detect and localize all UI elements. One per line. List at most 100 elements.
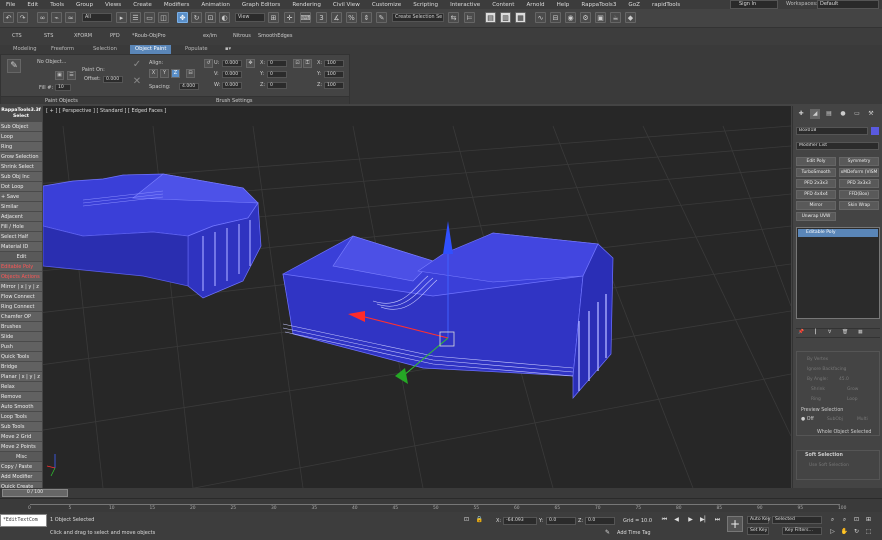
utilities-tab-icon[interactable]: ⚒ xyxy=(866,109,876,119)
scale-brush-icon[interactable]: ⊡ xyxy=(293,59,302,68)
field-of-view-icon[interactable]: ▷ xyxy=(828,527,837,536)
modifier-button-skin-wrap[interactable]: Skin Wrap xyxy=(839,201,879,210)
spacing-field[interactable]: 4.000 xyxy=(179,83,199,90)
paint-objects-group[interactable]: Paint Objects xyxy=(45,98,78,104)
menu-civil-view[interactable]: Civil View xyxy=(327,2,366,8)
rappa-button-brushes[interactable]: Brushes xyxy=(0,322,42,332)
material-editor-icon[interactable]: ◉ xyxy=(565,12,576,23)
pin-stack-icon[interactable]: 📌 xyxy=(798,330,804,335)
object-color-swatch[interactable] xyxy=(871,127,879,135)
remove-modifier-icon[interactable]: 🗑 xyxy=(842,330,848,335)
menu-create[interactable]: Create xyxy=(127,2,158,8)
u-field[interactable]: 0.000 xyxy=(222,60,242,67)
modifier-button-unwrap-uvw[interactable]: Unwrap UVW xyxy=(796,212,836,221)
shelf-button-5[interactable]: ex/im xyxy=(203,33,217,39)
paint-object-label[interactable]: No Object... xyxy=(37,59,66,65)
set-key-button[interactable]: Set Key xyxy=(747,527,769,535)
scale-x-field[interactable]: 100 xyxy=(324,60,344,67)
render-production-icon[interactable]: ☕ xyxy=(610,12,621,23)
z-offset-field[interactable]: 0 xyxy=(267,82,287,89)
zoom-extents-all-icon[interactable]: ⊞ xyxy=(864,515,873,524)
display-tab-icon[interactable]: ▭ xyxy=(852,109,862,119)
rappa-button-push[interactable]: Push xyxy=(0,342,42,352)
ignore-backfacing-option[interactable]: Ignore Backfacing xyxy=(807,367,846,372)
menu-tools[interactable]: Tools xyxy=(44,2,70,8)
rappa-button-save[interactable]: + Save xyxy=(0,192,42,202)
menu-rapidtools[interactable]: rapidTools xyxy=(646,2,686,8)
select-and-move-icon[interactable]: ✥ xyxy=(177,12,188,23)
rectangular-selection-icon[interactable]: ▭ xyxy=(144,12,155,23)
rappa-button-adjacent[interactable]: Adjacent xyxy=(0,212,42,222)
rappa-button-objects-actions[interactable]: Objects Actions xyxy=(0,272,42,282)
check-icon[interactable]: ✓ xyxy=(131,60,143,72)
y-coord-field[interactable]: 0.0 xyxy=(546,517,576,525)
select-and-scale-icon[interactable]: ⊡ xyxy=(205,12,216,23)
modifier-button-pfd-2x3x3[interactable]: PFD 2x3x3 xyxy=(796,179,836,188)
previous-frame-icon[interactable]: ◀ xyxy=(672,515,681,524)
shelf-button-4[interactable]: *Roub-ObjPro xyxy=(132,33,166,39)
unlink-icon[interactable]: ⌁ xyxy=(51,12,62,23)
menu-help[interactable]: Help xyxy=(551,2,576,8)
modifier-button-symmetry[interactable]: Symmetry xyxy=(839,157,879,166)
tab-object-paint[interactable]: Object Paint xyxy=(130,45,172,54)
hierarchy-tab-icon[interactable]: ▤ xyxy=(824,109,834,119)
menu-goz[interactable]: GoZ xyxy=(622,2,646,8)
rappa-button-ring[interactable]: Ring xyxy=(0,142,42,152)
menu-graph-editors[interactable]: Graph Editors xyxy=(236,2,286,8)
pivot-center-icon[interactable]: ⊞ xyxy=(268,12,279,23)
align-z-button[interactable]: Z xyxy=(171,69,180,78)
angle-field[interactable]: 45.0 xyxy=(839,377,849,382)
x-coord-field[interactable]: -64.093 xyxy=(503,517,537,525)
rappa-button-mirror-x-y-z[interactable]: Mirror | x | y | z xyxy=(0,282,42,292)
rappa-button-loop-tools[interactable]: Loop Tools xyxy=(0,412,42,422)
rappa-button-quick-tools[interactable]: Quick Tools xyxy=(0,352,42,362)
perspective-viewport[interactable]: [ + ] [ Perspective ] [ Standard ] [ Edg… xyxy=(43,106,791,488)
render-iterative-icon[interactable]: ◆ xyxy=(625,12,636,23)
isolate-icon[interactable]: ⊡ xyxy=(462,515,471,524)
rappa-button-remove[interactable]: Remove xyxy=(0,392,42,402)
configure-sets-icon[interactable]: ▦ xyxy=(858,330,863,335)
manipulate-icon[interactable]: ✛ xyxy=(284,12,295,23)
rappa-button-bridge[interactable]: Bridge xyxy=(0,362,42,372)
shelf-button-0[interactable]: CTS xyxy=(12,33,22,39)
ribbon-options-icon[interactable]: ▪▾ xyxy=(220,45,236,54)
shelf-button-2[interactable]: XFORM xyxy=(74,33,92,39)
time-slider-thumb[interactable]: 0 / 100 xyxy=(2,489,68,497)
lock-scale-icon[interactable]: ⚿ xyxy=(303,59,312,68)
reference-coordinate-dropdown[interactable]: View xyxy=(235,13,265,22)
tab-populate[interactable]: Populate xyxy=(180,45,213,54)
time-slider[interactable]: 0 / 100 xyxy=(0,488,882,498)
window-crossing-icon[interactable]: ◫ xyxy=(158,12,169,23)
w-field[interactable]: 0.000 xyxy=(222,82,242,89)
pick-list-icon[interactable]: ☰ xyxy=(67,71,76,80)
rappa-button-move-2-points[interactable]: Move 2 Points xyxy=(0,442,42,452)
shelf-button-3[interactable]: PFD xyxy=(110,33,120,39)
scene-explorer-icon[interactable]: ▤ xyxy=(485,12,496,23)
menu-group[interactable]: Group xyxy=(70,2,99,8)
select-object-icon[interactable]: ▸ xyxy=(116,12,127,23)
sign-in-dropdown[interactable]: Sign In xyxy=(730,0,778,9)
y-offset-field[interactable]: 0 xyxy=(267,71,287,78)
modifier-button-mirror[interactable]: Mirror xyxy=(796,201,836,210)
next-frame-icon[interactable]: ▶▏ xyxy=(700,515,709,524)
menu-views[interactable]: Views xyxy=(99,2,127,8)
rappa-button-misc[interactable]: Misc xyxy=(0,452,42,462)
motion-tab-icon[interactable]: ● xyxy=(838,109,848,119)
modifier-button-turbosmooth[interactable]: TurboSmooth xyxy=(796,168,836,177)
rappa-button-ring-connect[interactable]: Ring Connect xyxy=(0,302,42,312)
rappa-button-fill-hole[interactable]: Fill / Hole xyxy=(0,222,42,232)
menu-file[interactable]: File xyxy=(0,2,21,8)
rappa-button-edit[interactable]: Edit xyxy=(0,252,42,262)
rappa-button-editable-poly[interactable]: Editable Poly xyxy=(0,262,42,272)
named-selection-icon[interactable]: ✎ xyxy=(376,12,387,23)
rappa-button-dot-loop[interactable]: Dot Loop xyxy=(0,182,42,192)
curve-editor-icon[interactable]: ∿ xyxy=(535,12,546,23)
menu-content[interactable]: Content xyxy=(486,2,520,8)
modifier-button-ffd-box[interactable]: FFD(Box) xyxy=(839,190,879,199)
move-brush-icon[interactable]: ✥ xyxy=(246,59,255,68)
snaps-toggle-icon[interactable]: 3 xyxy=(316,12,327,23)
auto-key-button[interactable]: Auto Key xyxy=(747,516,770,524)
zoom-extents-icon[interactable]: ⊡ xyxy=(852,515,861,524)
maxscript-listener[interactable]: *EditTextCom xyxy=(0,514,47,527)
rappa-button-flow-connect[interactable]: Flow Connect xyxy=(0,292,42,302)
